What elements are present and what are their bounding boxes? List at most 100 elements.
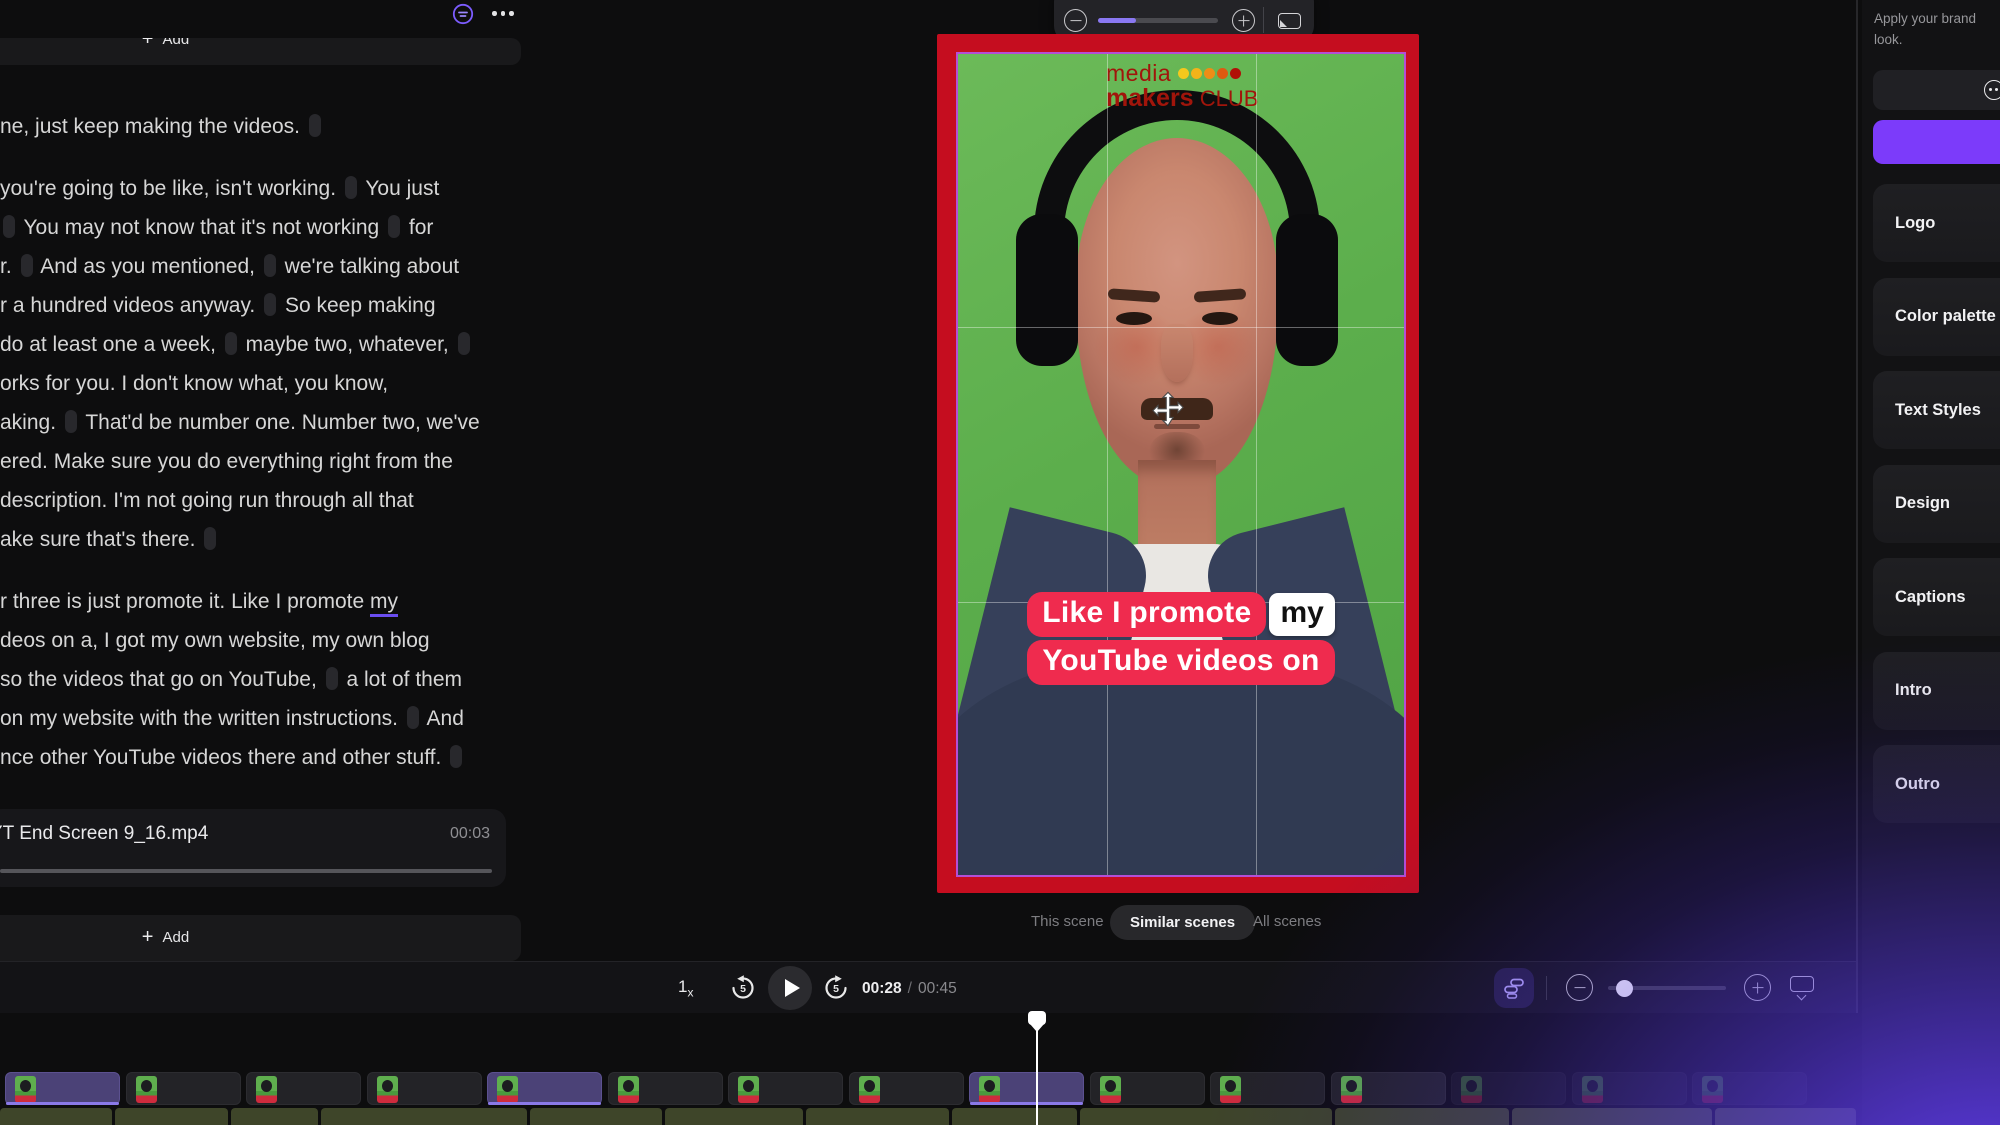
timeline-clip[interactable] (5, 1072, 120, 1105)
zoom-in-button[interactable] (1232, 9, 1255, 32)
pause-marker[interactable] (3, 215, 15, 238)
pause-marker[interactable] (21, 254, 33, 277)
clip-thumbnail (136, 1076, 157, 1103)
timeline-tracks-button[interactable] (1494, 968, 1534, 1008)
brand-card-logo[interactable]: Logo (1873, 184, 2000, 262)
media-progress-bar[interactable] (0, 869, 492, 873)
timeline-zoom-out-button[interactable] (1566, 974, 1593, 1001)
timeline-zoom-in-button[interactable] (1744, 974, 1771, 1001)
brand-card-design[interactable]: Design (1873, 465, 2000, 543)
media-clip-card[interactable]: YT End Screen 9_16.mp4 00:03 (0, 809, 506, 887)
timeline-clip[interactable] (1572, 1072, 1687, 1105)
pause-marker[interactable] (309, 114, 321, 137)
clip-thumbnail (377, 1076, 398, 1103)
skip-forward-5-button[interactable]: 5 (823, 975, 849, 1001)
pause-marker[interactable] (326, 667, 338, 690)
clip-thumbnail (1582, 1076, 1603, 1103)
audio-segment[interactable] (1080, 1108, 1332, 1125)
playhead-line[interactable] (1036, 1026, 1038, 1125)
timeline-clip[interactable] (1692, 1072, 1807, 1105)
audio-segment[interactable] (1715, 1108, 1856, 1125)
pause-marker[interactable] (264, 293, 276, 316)
zoom-out-button[interactable] (1064, 9, 1087, 32)
brand-kit-icon (1984, 80, 2000, 100)
play-button[interactable] (768, 966, 812, 1010)
brand-description: look. (1874, 32, 1903, 47)
timeline-audio-track[interactable] (0, 1108, 1856, 1125)
brand-card-outro[interactable]: Outro (1873, 745, 2000, 823)
timeline-clip[interactable] (728, 1072, 843, 1105)
preview-display-button[interactable] (1790, 976, 1814, 992)
audio-segment[interactable] (1335, 1108, 1509, 1125)
tab-similar-scenes[interactable]: Similar scenes (1110, 905, 1255, 940)
pause-marker[interactable] (345, 176, 357, 199)
playhead-handle[interactable] (1028, 1011, 1046, 1025)
media-duration: 00:03 (450, 825, 490, 843)
brand-card-captions[interactable]: Captions (1873, 558, 2000, 636)
timeline-clip[interactable] (487, 1072, 602, 1105)
brand-kit-selector[interactable] (1873, 70, 2000, 110)
timecode: 00:28/00:45 (862, 980, 957, 998)
plus-icon: + (142, 38, 154, 49)
timeline-clip[interactable] (1210, 1072, 1325, 1105)
audio-segment[interactable] (530, 1108, 662, 1125)
clip-thumbnail (1461, 1076, 1482, 1103)
audio-segment[interactable] (665, 1108, 803, 1125)
playback-speed-button[interactable]: 1x (678, 977, 693, 999)
more-options-button[interactable] (492, 11, 514, 16)
skip-back-5-button[interactable]: 5 (730, 975, 756, 1001)
brand-card-text-styles[interactable]: Text Styles (1873, 371, 2000, 449)
transcript-paragraph[interactable]: ne, just keep making the videos. (0, 107, 600, 146)
timeline-clips-track[interactable] (0, 1072, 1856, 1105)
tab-this-scene[interactable]: This scene (1031, 913, 1104, 930)
pause-marker[interactable] (450, 745, 462, 768)
timeline-clip[interactable] (969, 1072, 1084, 1105)
video-preview[interactable]: media makers CLUB Like I promote my YouT… (956, 52, 1406, 877)
plus-icon: + (142, 927, 154, 947)
top-add-bar[interactable]: + Add (0, 38, 521, 65)
slider-knob[interactable] (1616, 980, 1633, 997)
apply-brand-button[interactable] (1873, 120, 2000, 164)
clip-thumbnail (1100, 1076, 1121, 1103)
transcript[interactable]: ne, just keep making the videos. you're … (0, 107, 600, 800)
caption-line2: YouTube videos on (1027, 640, 1334, 685)
audio-segment[interactable] (952, 1108, 1077, 1125)
timeline-clip[interactable] (1090, 1072, 1205, 1105)
audio-segment[interactable] (115, 1108, 228, 1125)
zoom-slider[interactable] (1098, 18, 1218, 23)
grid-line (1256, 52, 1257, 877)
video-crop-frame[interactable]: media makers CLUB Like I promote my YouT… (937, 34, 1419, 893)
transcript-paragraph[interactable]: you're going to be like, isn't working. … (0, 169, 600, 559)
audio-segment[interactable] (806, 1108, 949, 1125)
pause-marker[interactable] (407, 706, 419, 729)
tab-all-scenes[interactable]: All scenes (1253, 913, 1321, 930)
pause-marker[interactable] (225, 332, 237, 355)
timeline-zoom-slider[interactable] (1608, 986, 1726, 990)
pause-marker[interactable] (388, 215, 400, 238)
timeline-clip[interactable] (126, 1072, 241, 1105)
add-media-button[interactable]: + Add (0, 915, 521, 961)
audio-segment[interactable] (0, 1108, 112, 1125)
pause-marker[interactable] (458, 332, 470, 355)
caption-overlay[interactable]: Like I promote my YouTube videos on (956, 592, 1406, 685)
audio-segment[interactable] (1512, 1108, 1712, 1125)
audio-segment[interactable] (231, 1108, 318, 1125)
pause-marker[interactable] (65, 410, 77, 433)
headphone-cup-left (1016, 214, 1078, 366)
audio-segment[interactable] (321, 1108, 527, 1125)
timeline-clip[interactable] (608, 1072, 723, 1105)
timeline-clip[interactable] (849, 1072, 964, 1105)
timeline-clip[interactable] (367, 1072, 482, 1105)
clip-thumbnail (1702, 1076, 1723, 1103)
ai-summary-icon[interactable] (452, 3, 474, 30)
clip-thumbnail (15, 1076, 36, 1103)
timeline-clip[interactable] (1331, 1072, 1446, 1105)
timeline-clip[interactable] (1451, 1072, 1566, 1105)
brand-card-color-palette[interactable]: Color palette (1873, 278, 2000, 356)
fit-to-screen-button[interactable] (1278, 13, 1301, 29)
transcript-paragraph[interactable]: r three is just promote it. Like I promo… (0, 582, 600, 777)
timeline-clip[interactable] (246, 1072, 361, 1105)
brand-card-intro[interactable]: Intro (1873, 652, 2000, 730)
pause-marker[interactable] (264, 254, 276, 277)
pause-marker[interactable] (204, 527, 216, 550)
